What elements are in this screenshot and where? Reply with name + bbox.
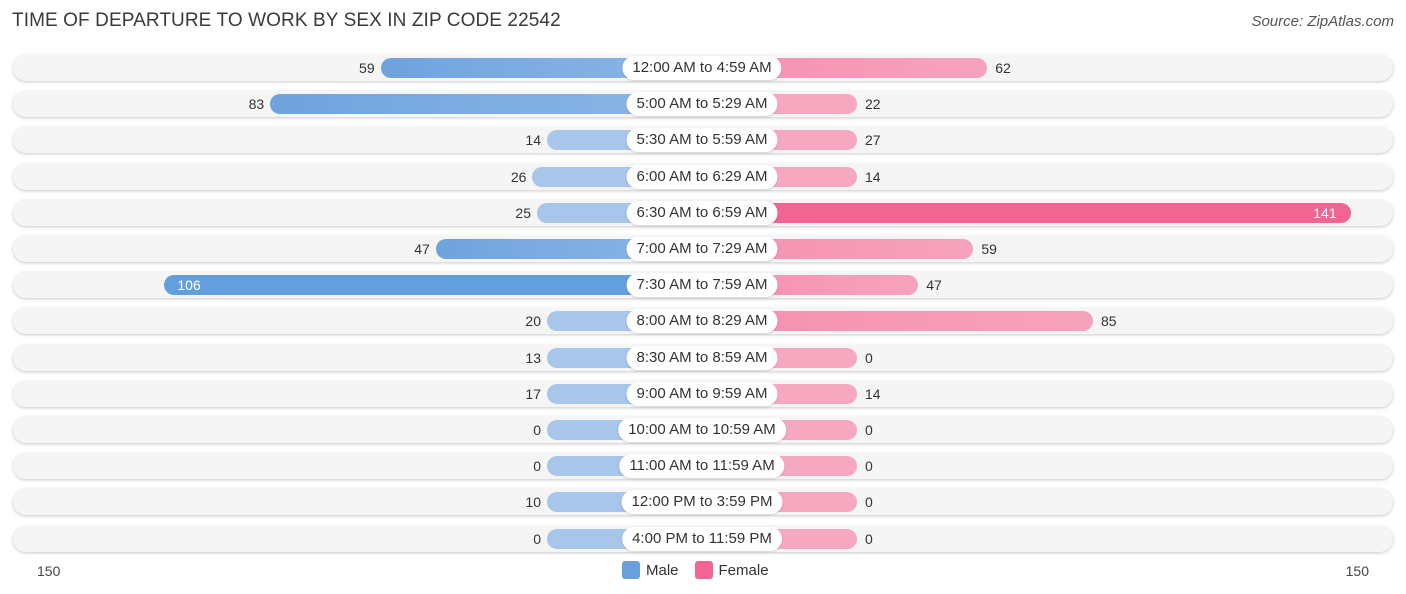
value-label-female: 0 [865, 530, 873, 547]
value-label-female: 0 [865, 494, 873, 511]
value-label-female: 85 [1101, 313, 1117, 330]
value-label-male: 0 [533, 458, 541, 475]
bar-female[interactable] [702, 202, 1351, 223]
value-label-male: 83 [248, 96, 265, 113]
value-label-male: 59 [359, 60, 375, 76]
category-label: 9:00 AM to 9:59 AM [626, 381, 778, 406]
category-label: 8:00 AM to 8:29 AM [626, 309, 778, 334]
category-label: 6:30 AM to 6:59 AM [626, 200, 778, 225]
category-label: 5:30 AM to 5:59 AM [626, 128, 778, 153]
category-label: 10:00 AM to 10:59 AM [618, 418, 786, 442]
category-label: 5:00 AM to 5:29 AM [626, 92, 778, 117]
legend-swatch-male [622, 561, 640, 579]
category-label: 6:00 AM to 6:29 AM [626, 164, 778, 189]
bar-male[interactable] [164, 275, 702, 296]
value-label-female: 0 [865, 349, 873, 366]
chart-area: 59 62 12:00 AM to 4:59 AM 83 22 5:00 AM to 5:… [0, 0, 1406, 594]
value-label-female: 141 [1313, 204, 1337, 221]
category-label: 7:30 AM to 7:59 AM [626, 273, 778, 298]
axis-right-max-label: 150 [1345, 563, 1369, 579]
legend-item-male[interactable]: Male [622, 561, 679, 579]
legend-swatch-female [694, 561, 713, 579]
value-label-female: 14 [865, 385, 881, 402]
value-label-female: 14 [865, 168, 881, 185]
value-label-male: 106 [177, 277, 201, 294]
value-label-male: 0 [533, 422, 541, 438]
legend-label-female: Female [718, 561, 769, 579]
value-label-female: 0 [865, 422, 873, 438]
legend-item-female[interactable]: Female [694, 561, 769, 579]
category-label: 8:30 AM to 8:59 AM [626, 345, 778, 370]
value-label-male: 14 [525, 132, 541, 149]
value-label-male: 13 [525, 349, 541, 366]
value-label-male: 47 [414, 241, 430, 257]
value-label-male: 25 [515, 204, 531, 221]
category-label: 11:00 AM to 11:59 AM [619, 454, 785, 479]
category-label: 12:00 AM to 4:59 AM [622, 56, 782, 80]
category-label: 7:00 AM to 7:29 AM [626, 237, 778, 261]
legend: Male Female [622, 561, 777, 579]
value-label-male: 10 [525, 494, 541, 511]
value-label-female: 0 [865, 458, 873, 475]
value-label-female: 22 [865, 96, 881, 113]
value-label-male: 26 [510, 168, 527, 185]
value-label-female: 27 [865, 132, 881, 149]
value-label-male: 0 [533, 530, 541, 547]
axis-left-max-label: 150 [37, 563, 61, 579]
category-label: 12:00 PM to 3:59 PM [621, 490, 783, 515]
legend-label-male: Male [646, 561, 679, 579]
value-label-female: 47 [926, 277, 942, 294]
value-label-female: 62 [995, 60, 1011, 76]
category-label: 4:00 PM to 11:59 PM [622, 526, 782, 551]
value-label-male: 20 [525, 313, 541, 330]
value-label-female: 59 [981, 241, 997, 257]
value-label-male: 17 [525, 385, 541, 402]
